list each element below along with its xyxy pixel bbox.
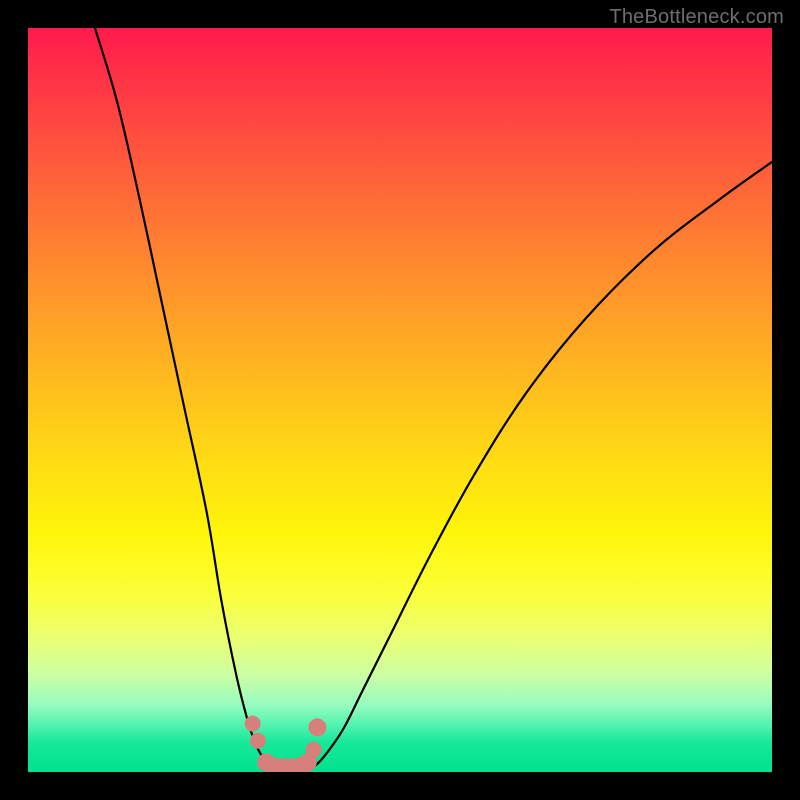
bottom-marker <box>245 716 261 732</box>
bottom-marker <box>306 742 322 758</box>
bottom-marker-group <box>245 716 327 772</box>
left-branch-curve <box>95 28 274 768</box>
bottom-marker <box>250 733 266 749</box>
chart-plot-area <box>28 28 772 772</box>
chart-svg <box>28 28 772 772</box>
right-branch-curve <box>311 162 772 768</box>
watermark-text: TheBottleneck.com <box>609 6 784 29</box>
bottom-marker <box>308 718 326 736</box>
